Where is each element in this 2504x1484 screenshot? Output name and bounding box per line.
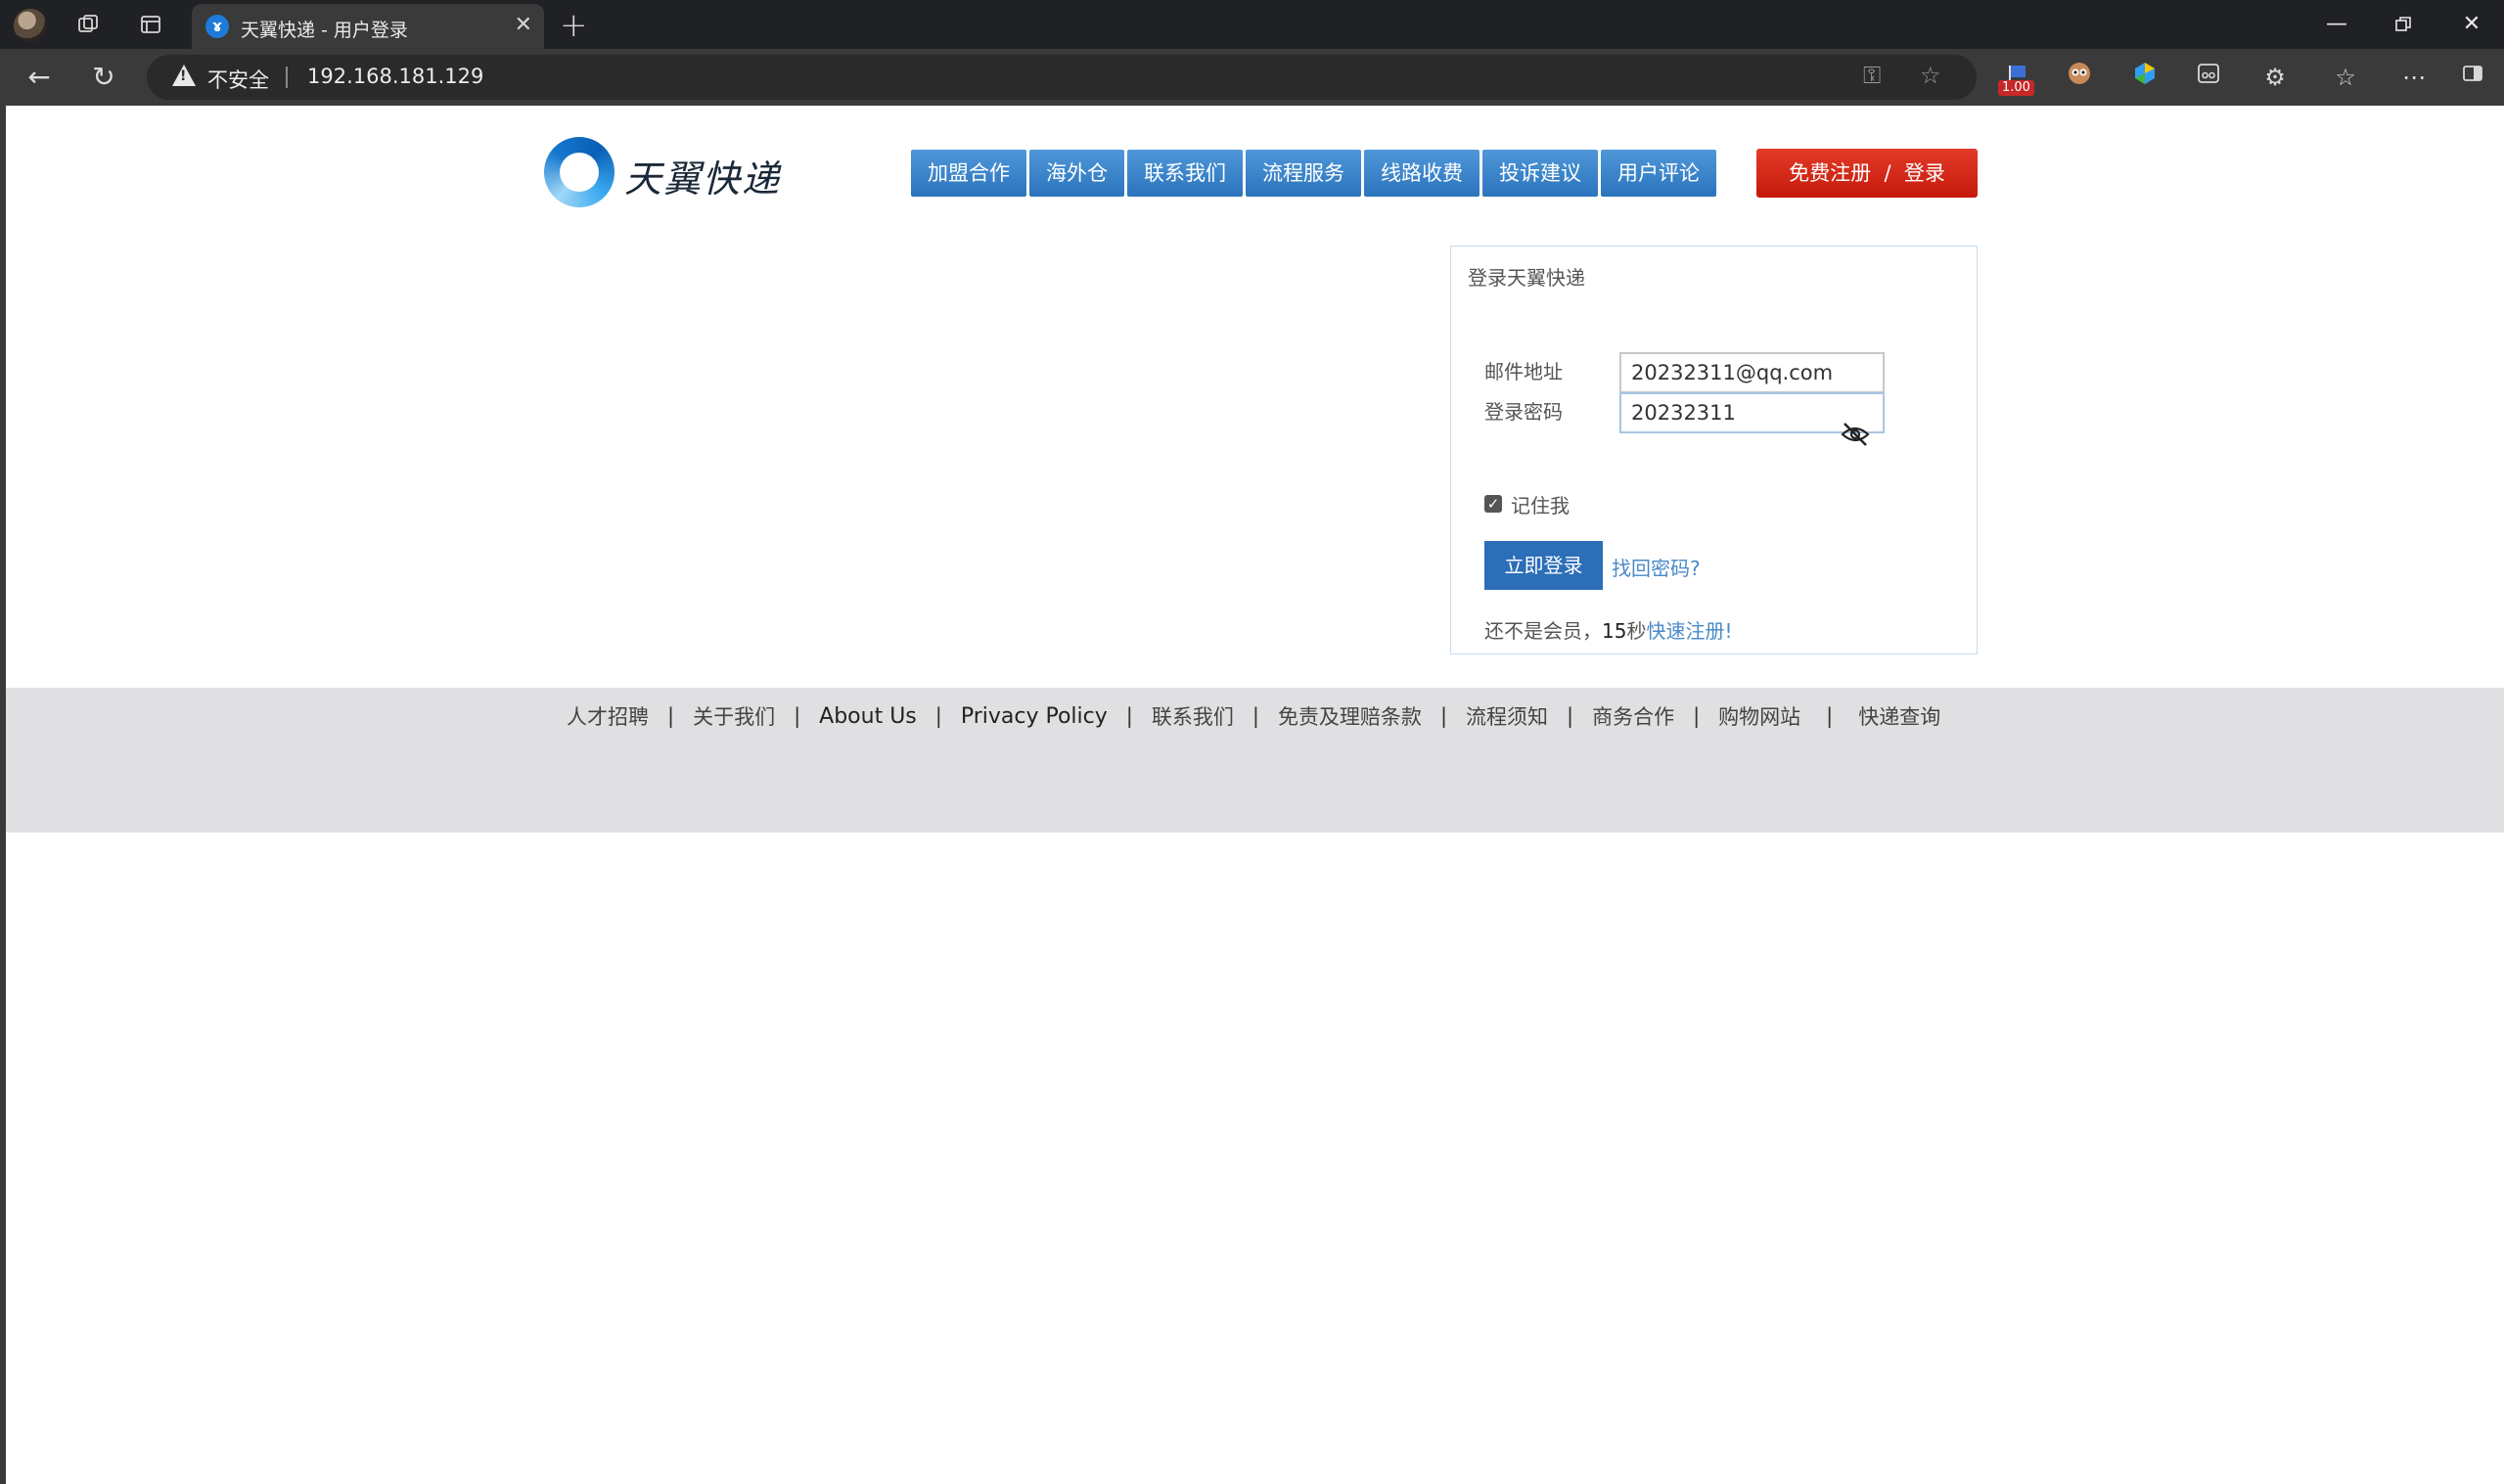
omnibox-divider xyxy=(286,67,288,88)
immersive-reader-icon[interactable] xyxy=(2192,61,2225,94)
warning-mark: ! xyxy=(180,68,187,84)
footer-link-disclaimer[interactable]: 免责及理赔条款 xyxy=(1278,701,1422,731)
email-field[interactable] xyxy=(1619,352,1885,393)
profile-avatar[interactable] xyxy=(14,9,47,42)
site-logo[interactable]: 天翼快递 xyxy=(544,133,798,211)
footer-link-business[interactable]: 商务合作 xyxy=(1592,701,1674,731)
nav-complaints[interactable]: 投诉建议 xyxy=(1482,150,1598,197)
favorite-star-icon[interactable]: ☆ xyxy=(1920,62,1941,89)
tab-actions-icon[interactable] xyxy=(135,9,166,40)
remember-me-checkbox[interactable]: ✓ xyxy=(1484,495,1502,513)
restore-icon[interactable] xyxy=(2384,6,2423,43)
colorful-extension-icon[interactable] xyxy=(2128,61,2162,94)
nav-contact[interactable]: 联系我们 xyxy=(1127,150,1243,197)
nav-route-fees[interactable]: 线路收费 xyxy=(1364,150,1480,197)
register-seconds: 15 xyxy=(1602,619,1627,643)
quick-register-link[interactable]: 快速注册! xyxy=(1646,619,1732,643)
register-seconds-unit: 秒 xyxy=(1626,619,1647,643)
footer-separator: | xyxy=(1125,704,1133,728)
workspaces-icon[interactable] xyxy=(72,9,104,40)
omnibox[interactable]: ! 不安全 192.168.181.129 ⚿ ☆ xyxy=(147,55,1977,100)
footer-links: 人才招聘 | 关于我们 | About Us | Privacy Policy | 联系… xyxy=(567,701,1940,731)
register-prompt: 还不是会员，15秒快速注册! xyxy=(1484,615,1732,644)
login-panel: 登录天翼快递 邮件地址 登录密码 ✓ 记住我 立即登录 找回密码? 还不是会员，… xyxy=(1450,246,1978,654)
browser-titlebar: ɤ 天翼快递 - 用户登录 ✕ + — ✕ xyxy=(0,0,2504,49)
refresh-icon[interactable]: ↻ xyxy=(84,59,123,96)
new-tab-icon[interactable]: + xyxy=(560,6,588,45)
tampermonkey-icon[interactable] xyxy=(2063,61,2096,94)
nav-user-reviews[interactable]: 用户评论 xyxy=(1601,150,1716,197)
nav-process-service[interactable]: 流程服务 xyxy=(1246,150,1361,197)
telecom-logo-icon: ɤ xyxy=(205,15,229,38)
logo-text: 天翼快递 xyxy=(624,157,782,201)
nav-overseas-warehouse[interactable]: 海外仓 xyxy=(1029,150,1124,197)
footer-link-process[interactable]: 流程须知 xyxy=(1466,701,1548,731)
minimize-icon[interactable]: — xyxy=(2317,6,2356,43)
footer-separator: | xyxy=(1693,704,1701,728)
logo-swirl-icon xyxy=(544,137,615,207)
footer-separator: | xyxy=(1439,704,1448,728)
more-menu-icon[interactable]: ⋯ xyxy=(2397,61,2431,94)
email-label: 邮件地址 xyxy=(1484,360,1563,383)
url-text[interactable]: 192.168.181.129 xyxy=(307,65,483,88)
footer-separator: | xyxy=(934,704,942,728)
tab-title: 天翼快递 - 用户登录 xyxy=(241,20,408,41)
active-tab[interactable]: ɤ 天翼快递 - 用户登录 ✕ xyxy=(192,4,544,49)
nav-franchise[interactable]: 加盟合作 xyxy=(911,150,1026,197)
forgot-password-link[interactable]: 找回密码? xyxy=(1612,553,1701,581)
main-navigation: 加盟合作 海外仓 联系我们 流程服务 线路收费 投诉建议 用户评论 xyxy=(911,150,1719,197)
footer-separator: | xyxy=(794,704,801,728)
footer-link-privacy[interactable]: Privacy Policy xyxy=(961,704,1108,729)
extensions-puzzle-icon[interactable]: ⚙ xyxy=(2258,61,2292,94)
address-toolbar: ← ↻ ! 不安全 192.168.181.129 ⚿ ☆ 1.00 ⚙ ☆ ⋯ xyxy=(0,49,2504,106)
security-status[interactable]: 不安全 xyxy=(207,65,269,94)
hide-password-eye-icon[interactable] xyxy=(1839,420,1872,449)
footer-link-contact[interactable]: 联系我们 xyxy=(1152,701,1234,731)
footer-separator: | xyxy=(1826,704,1834,728)
login-submit-label: 立即登录 xyxy=(1504,554,1583,577)
close-tab-icon[interactable]: ✕ xyxy=(515,13,532,37)
remember-me-label: 记住我 xyxy=(1511,494,1570,517)
extension-badge: 1.00 xyxy=(1998,80,2034,96)
panel-title: 登录天翼快递 xyxy=(1468,266,1585,290)
page-viewport: 天翼快递 加盟合作 海外仓 联系我们 流程服务 线路收费 投诉建议 用户评论 免… xyxy=(6,106,2504,1484)
close-window-icon[interactable]: ✕ xyxy=(2452,6,2491,43)
footer-link-about-cn[interactable]: 关于我们 xyxy=(693,701,775,731)
footer-link-about-us[interactable]: About Us xyxy=(819,704,917,729)
register-login-label: 免费注册 / 登录 xyxy=(1789,161,1945,185)
password-label: 登录密码 xyxy=(1484,400,1563,424)
footer-link-tracking[interactable]: 快递查询 xyxy=(1858,701,1940,731)
favorites-list-icon[interactable]: ☆ xyxy=(2329,61,2362,94)
footer-link-shopping[interactable]: 购物网站 xyxy=(1718,701,1800,731)
footer-link-careers[interactable]: 人才招聘 xyxy=(567,701,649,731)
back-icon[interactable]: ← xyxy=(20,59,59,96)
login-submit-button[interactable]: 立即登录 xyxy=(1484,541,1603,590)
register-login-button[interactable]: 免费注册 / 登录 xyxy=(1756,149,1978,198)
sidebar-toggle-icon[interactable] xyxy=(2456,61,2489,94)
register-prompt-text: 还不是会员， xyxy=(1484,619,1602,643)
page-footer: 人才招聘 | 关于我们 | About Us | Privacy Policy | 联系… xyxy=(6,688,2504,832)
footer-separator: | xyxy=(667,704,675,728)
footer-separator: | xyxy=(1567,704,1574,728)
key-icon[interactable]: ⚿ xyxy=(1863,62,1881,89)
footer-separator: | xyxy=(1252,704,1259,728)
